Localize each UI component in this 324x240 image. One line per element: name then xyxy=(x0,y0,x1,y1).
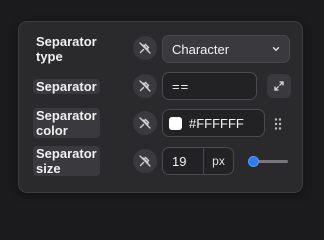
slider-thumb[interactable] xyxy=(248,156,260,167)
separator-size-row: Separator size 19 px xyxy=(19,144,302,182)
separator-color-unlink-button[interactable] xyxy=(133,111,157,135)
separator-size-value: 19 xyxy=(172,153,187,169)
separator-color-label-line1: Separator xyxy=(36,108,97,123)
separator-expand-button[interactable] xyxy=(267,74,291,98)
unlink-plug-icon xyxy=(139,155,151,167)
separator-color-input[interactable]: #FFFFFF xyxy=(162,109,265,137)
separator-type-label-line2: type xyxy=(36,49,63,64)
separator-size-slider[interactable] xyxy=(248,155,288,167)
separator-row: Separator == xyxy=(19,68,302,106)
unlink-plug-icon xyxy=(139,80,151,92)
separator-type-value: Character xyxy=(172,41,230,57)
separator-color-value: #FFFFFF xyxy=(189,115,244,131)
separator-settings-panel: Separator type Character Separator == Se… xyxy=(18,21,303,193)
separator-unlink-button[interactable] xyxy=(133,74,157,98)
unlink-plug-icon xyxy=(139,117,151,129)
separator-value: == xyxy=(172,78,190,94)
separator-label: Separator xyxy=(33,79,100,94)
drag-handle-icon[interactable] xyxy=(273,117,283,131)
separator-type-select[interactable]: Character xyxy=(162,35,290,63)
separator-type-unlink-button[interactable] xyxy=(133,36,157,60)
separator-size-label-line1: Separator xyxy=(36,146,97,161)
separator-color-row: Separator color #FFFFFF xyxy=(19,106,302,144)
separator-size-unlink-button[interactable] xyxy=(133,149,157,173)
chevron-down-icon xyxy=(272,47,280,51)
expand-icon xyxy=(274,81,284,91)
separator-size-input[interactable]: 19 px xyxy=(162,147,234,175)
separator-type-label-line1: Separator xyxy=(36,34,97,49)
separator-size-label-line2: size xyxy=(36,161,61,176)
separator-type-row: Separator type Character xyxy=(19,30,302,68)
separator-color-label-line2: color xyxy=(36,123,68,138)
separator-type-label: Separator type xyxy=(33,34,100,64)
separator-input[interactable]: == xyxy=(162,72,257,100)
separator-color-label: Separator color xyxy=(33,108,100,138)
unlink-plug-icon xyxy=(139,42,151,54)
color-swatch[interactable] xyxy=(169,116,182,130)
separator-size-unit[interactable]: px xyxy=(203,148,233,174)
separator-size-label: Separator size xyxy=(33,146,100,176)
